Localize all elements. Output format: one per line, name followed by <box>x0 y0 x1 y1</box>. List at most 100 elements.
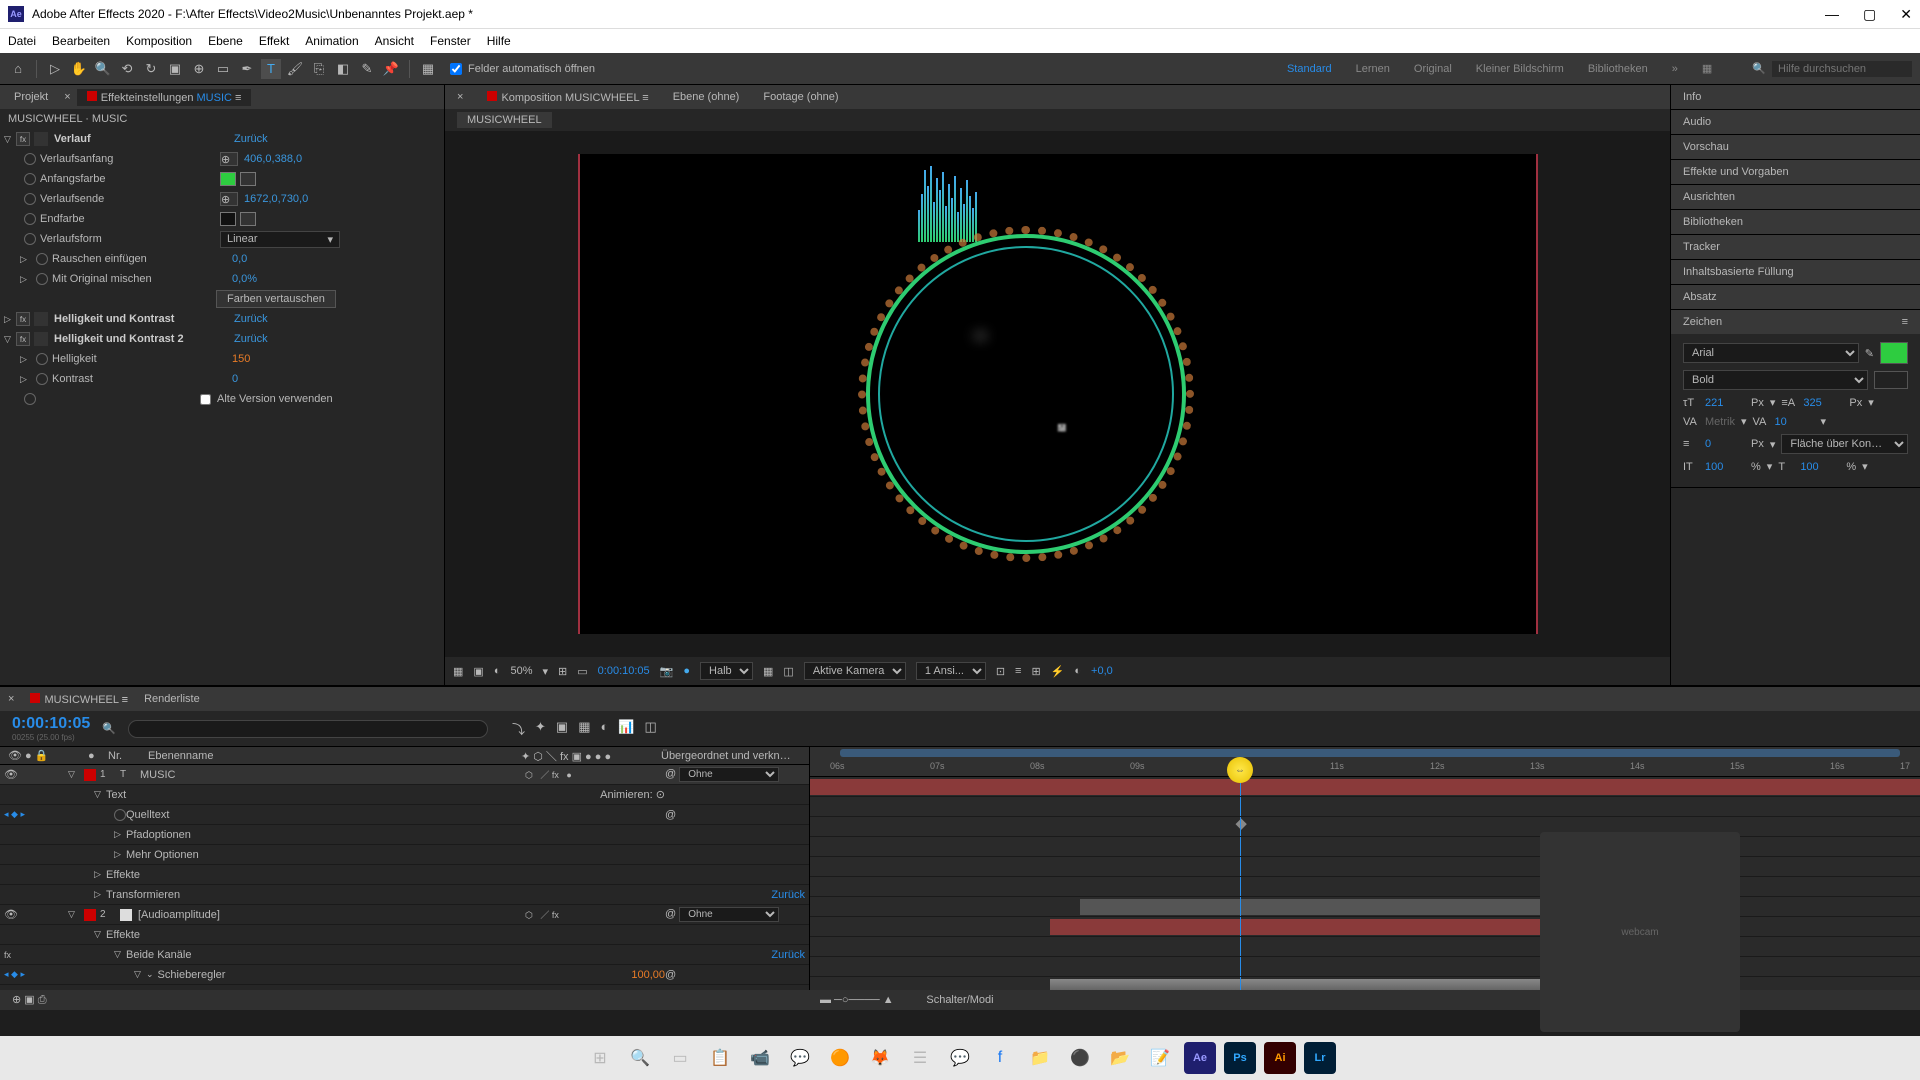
rauschen-value[interactable]: 0,0 <box>232 253 247 265</box>
transform-reset[interactable]: Zurück <box>771 889 805 901</box>
timeline-tab-comp[interactable]: MUSICWHEEL ≡ <box>30 693 128 706</box>
prop-beide-kanaele[interactable]: Beide Kanäle <box>126 949 771 961</box>
search-icon[interactable]: 🔍 <box>624 1042 656 1074</box>
color-swatch[interactable] <box>220 172 236 186</box>
close-icon[interactable]: ✕ <box>1900 6 1912 23</box>
orbit-tool-icon[interactable]: ⟲ <box>117 59 137 79</box>
brush-tool-icon[interactable]: 🖌 <box>285 59 305 79</box>
channel-icon[interactable]: ● <box>683 665 690 677</box>
obs-icon[interactable]: ⚫ <box>1064 1042 1096 1074</box>
menu-effekt[interactable]: Effekt <box>259 34 289 48</box>
schieberegler-value[interactable]: 100,00 <box>631 969 665 981</box>
camera-tool-icon[interactable]: ▣ <box>165 59 185 79</box>
ae-icon[interactable]: Ae <box>1184 1042 1216 1074</box>
visibility-toggle[interactable]: 👁 <box>4 908 20 921</box>
effect-helligkeit2[interactable]: Helligkeit und Kontrast 2 <box>54 333 234 345</box>
home-icon[interactable]: ⌂ <box>8 59 28 79</box>
keyframe-nav[interactable]: ◂ ◆ ▸ <box>4 809 54 820</box>
playhead[interactable]: ⇔ <box>1227 757 1253 783</box>
layer-name[interactable]: [Audioamplitude] <box>138 909 525 921</box>
workspace-standard[interactable]: Standard <box>1287 63 1332 75</box>
kontrast-value[interactable]: 0 <box>232 373 238 385</box>
zoom-value[interactable]: 50% <box>510 665 532 677</box>
fx-badge[interactable]: fx <box>4 950 18 960</box>
stopwatch-icon[interactable] <box>36 273 48 285</box>
reset-link[interactable]: Zurück <box>234 313 268 325</box>
hscale-value[interactable]: 100 <box>1800 461 1840 473</box>
snapshot-icon[interactable]: 📷 <box>660 665 674 678</box>
pickwhip-icon[interactable]: @ <box>665 969 805 981</box>
parent-pickwhip-icon[interactable]: @ <box>665 908 676 920</box>
zoom-slider[interactable]: ▬ ─○──── ▲ <box>820 994 894 1006</box>
layer-switches[interactable]: ⬡ ／ fx <box>525 908 665 921</box>
widgets-icon[interactable]: 📋 <box>704 1042 736 1074</box>
layer-switches[interactable]: ⬡ ／ fx ● <box>525 768 665 781</box>
resolution-dropdown[interactable]: Halb <box>700 662 753 680</box>
tl-motion-icon[interactable]: ◐ <box>601 719 609 738</box>
clone-tool-icon[interactable]: ⎘ <box>309 59 329 79</box>
pixel-icon[interactable]: ⊞ <box>1031 665 1040 678</box>
tab-footage[interactable]: Footage (ohne) <box>763 91 838 103</box>
guides-icon[interactable]: ⊡ <box>996 665 1005 678</box>
mask-icon[interactable]: ▣ <box>473 665 483 678</box>
panel-effekte[interactable]: Effekte und Vorgaben <box>1671 160 1920 184</box>
exposure-icon[interactable]: ◐ <box>1074 665 1081 677</box>
workspace-toggle-icon[interactable]: ▦ <box>1702 62 1712 75</box>
twisty-icon[interactable]: ▷ <box>114 849 126 860</box>
tl-footer-icons[interactable]: ⊕ ▣ ⎙ <box>12 993 47 1007</box>
eyedropper-icon[interactable]: ✎ <box>1865 347 1874 360</box>
anchor-tool-icon[interactable]: ⊕ <box>189 59 209 79</box>
tl-frame-icon[interactable]: ▦ <box>578 719 590 738</box>
twisty-icon[interactable]: ▽ <box>68 769 80 780</box>
stopwatch-icon[interactable] <box>24 193 36 205</box>
explorer-icon[interactable]: 📂 <box>1104 1042 1136 1074</box>
kerning-value[interactable]: Metrik <box>1705 416 1735 428</box>
eyedropper-icon[interactable] <box>240 212 256 226</box>
facebook-icon[interactable]: f <box>984 1042 1016 1074</box>
prop-pfadoptionen[interactable]: Pfadoptionen <box>126 829 805 841</box>
panel-content-fill[interactable]: Inhaltsbasierte Füllung <box>1671 260 1920 284</box>
pen-tool-icon[interactable]: ✒ <box>237 59 257 79</box>
twisty-icon[interactable]: ▽ <box>94 789 106 800</box>
prop-transformieren[interactable]: Transformieren <box>106 889 771 901</box>
twisty-icon[interactable]: ▷ <box>20 254 32 265</box>
stopwatch-icon[interactable] <box>114 809 126 821</box>
prop-effekte[interactable]: Effekte <box>106 929 805 941</box>
twisty-icon[interactable]: ▷ <box>94 869 106 880</box>
exposure-value[interactable]: +0,0 <box>1091 665 1113 677</box>
swap-colors-button[interactable]: Farben vertauschen <box>216 290 336 308</box>
roi-icon[interactable]: ▭ <box>577 665 587 678</box>
timeline-tab-renderlist[interactable]: Renderliste <box>144 693 200 705</box>
keyframe-nav[interactable]: ◂ ◆ ▸ <box>4 969 54 980</box>
app-icon[interactable]: ☰ <box>904 1042 936 1074</box>
panel-tracker[interactable]: Tracker <box>1671 235 1920 259</box>
layer-label[interactable] <box>84 909 96 921</box>
twisty-icon[interactable]: ▷ <box>20 374 32 385</box>
twisty-icon[interactable]: ▷ <box>114 829 126 840</box>
stroke-color-swatch[interactable] <box>1874 371 1908 389</box>
reset-link[interactable]: Zurück <box>234 133 268 145</box>
tl-draft-icon[interactable]: ◫ <box>645 719 657 738</box>
prop-text[interactable]: Text <box>106 789 525 801</box>
animate-menu[interactable]: Animieren: ⊙ <box>525 788 665 801</box>
twisty-icon[interactable]: ▽ <box>4 134 16 145</box>
panel-ausrichten[interactable]: Ausrichten <box>1671 185 1920 209</box>
fast-icon[interactable]: ⚡ <box>1051 665 1065 678</box>
grid-icon[interactable]: ▦ <box>453 665 463 678</box>
twisty-icon[interactable]: ▷ <box>20 274 32 285</box>
maximize-icon[interactable]: ▢ <box>1863 6 1876 23</box>
stopwatch-icon[interactable] <box>24 233 36 245</box>
tl-graph-icon[interactable]: 📊 <box>618 719 634 738</box>
twisty-icon[interactable]: ▽ <box>134 969 146 980</box>
reset-link[interactable]: Zurück <box>234 333 268 345</box>
timeline-search-icon[interactable]: 🔍 <box>102 722 116 735</box>
menu-ansicht[interactable]: Ansicht <box>375 34 414 48</box>
app-icon[interactable]: 📹 <box>744 1042 776 1074</box>
firefox-icon[interactable]: 🦊 <box>864 1042 896 1074</box>
tl-comp-icon[interactable]: ▣ <box>556 719 568 738</box>
hand-tool-icon[interactable]: ✋ <box>69 59 89 79</box>
parent-dropdown[interactable]: Ohne <box>679 767 779 782</box>
help-search-input[interactable] <box>1772 61 1912 77</box>
type-tool-icon[interactable]: T <box>261 59 281 79</box>
stopwatch-icon[interactable] <box>24 213 36 225</box>
